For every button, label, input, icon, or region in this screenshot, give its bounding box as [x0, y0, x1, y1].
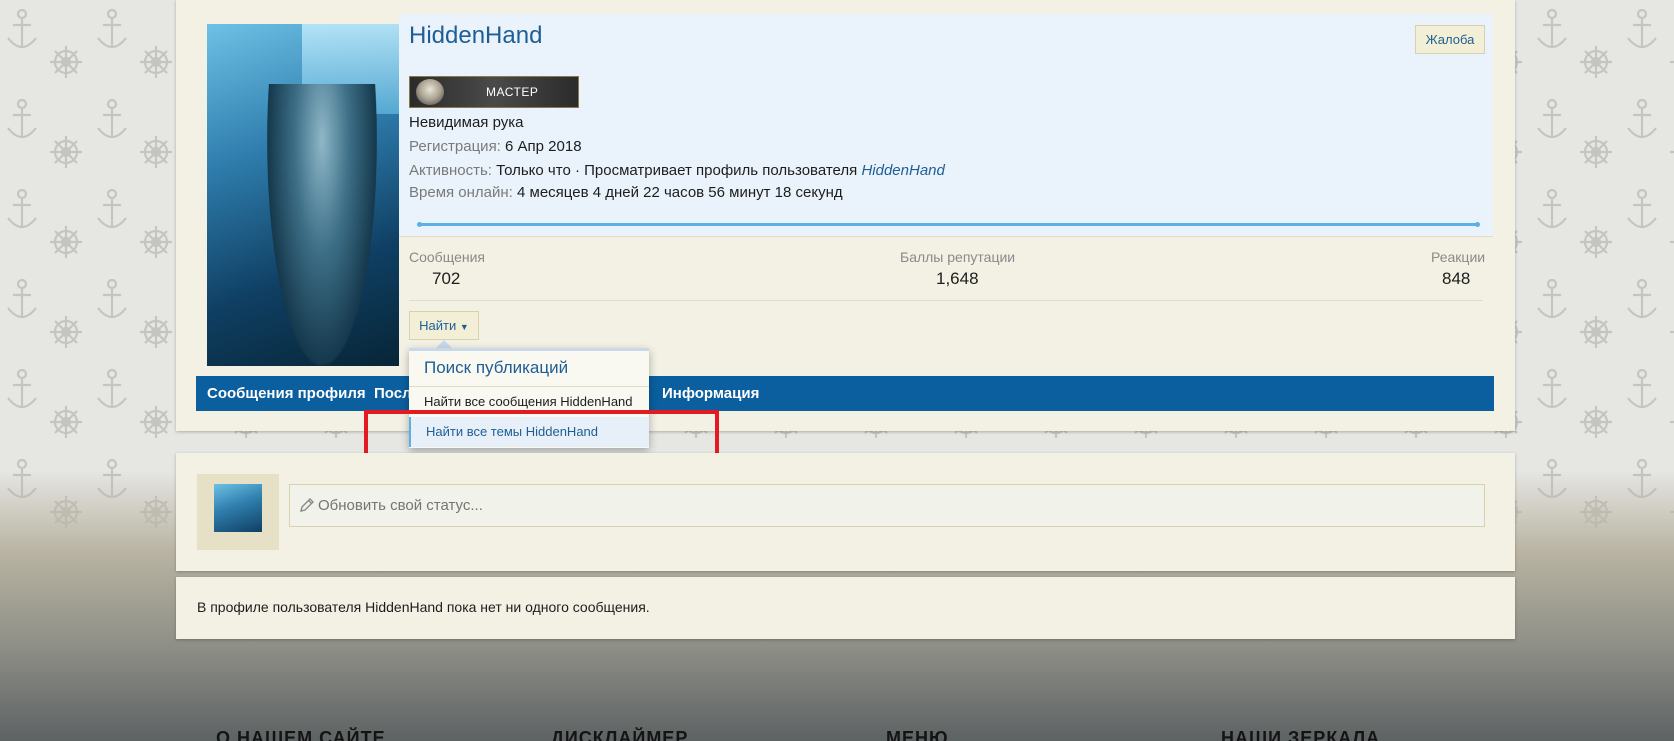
activity-profile-link[interactable]: HiddenHand [861, 162, 944, 179]
progress-dot-right [1475, 222, 1480, 227]
caret-down-icon: ▼ [459, 322, 469, 332]
rank-banner: МАСТЕР [409, 76, 579, 108]
find-menu-title: Поиск публикаций [424, 358, 569, 377]
tab-profile-posts[interactable]: Сообщения профиля [207, 376, 366, 411]
registration-line: Регистрация: 6 Апр 2018 [409, 138, 582, 155]
avatar-figure [267, 84, 377, 366]
status-input[interactable] [289, 484, 1485, 527]
activity-value: Только что · Просматривает профиль польз… [496, 162, 858, 179]
footer-disclaimer-heading: ДИСКЛАЙМЕР [551, 728, 689, 741]
tab-latest-activity[interactable]: Посл [374, 376, 412, 411]
online-label: Время онлайн: [409, 184, 513, 201]
status-avatar[interactable] [214, 484, 262, 532]
profile-tabs: Сообщения профиля Посл Информация [196, 376, 1494, 411]
online-time-line: Время онлайн: 4 месяцев 4 дней 22 часов … [409, 184, 843, 201]
pencil-icon [300, 498, 314, 512]
footer-mirrors-heading: НАШИ ЗЕРКАЛА [1221, 728, 1381, 741]
stat-messages-label: Сообщения [409, 249, 485, 265]
user-title: Невидимая рука [409, 114, 524, 131]
report-button[interactable]: Жалоба [1415, 25, 1485, 54]
profile-avatar[interactable] [207, 24, 399, 366]
online-value: 4 месяцев 4 дней 22 часов 56 минут 18 се… [517, 184, 843, 201]
stat-reputation-label: Баллы репутации [900, 249, 1016, 265]
profile-username[interactable]: HiddenHand [409, 22, 542, 50]
profile-info-panel [399, 14, 1493, 236]
stat-reputation-value: 1,648 [936, 269, 979, 288]
stat-messages-value[interactable]: 702 [432, 269, 460, 289]
progress-line [418, 223, 1478, 226]
empty-profile-posts-message: В профиле пользователя HiddenHand пока н… [197, 599, 650, 615]
find-button[interactable]: Найти ▼ [409, 311, 479, 340]
divider [409, 300, 1483, 301]
footer-about-heading: О НАШЕМ САЙТЕ [216, 728, 386, 741]
find-button-label: Найти [419, 318, 457, 333]
stat-reactions-value[interactable]: 848 [1442, 269, 1470, 289]
activity-line: Активность: Только что · Просматривает п… [409, 162, 945, 179]
skull-icon [416, 79, 444, 105]
registration-label: Регистрация: [409, 138, 501, 155]
activity-label: Активность: [409, 162, 492, 179]
registration-value: 6 Апр 2018 [505, 138, 582, 155]
divider [399, 236, 1493, 237]
tab-information[interactable]: Информация [662, 376, 759, 411]
rank-label: МАСТЕР [486, 85, 539, 99]
footer-menu-heading: МЕНЮ [886, 728, 949, 741]
stat-reactions-label: Реакции [1431, 249, 1486, 265]
